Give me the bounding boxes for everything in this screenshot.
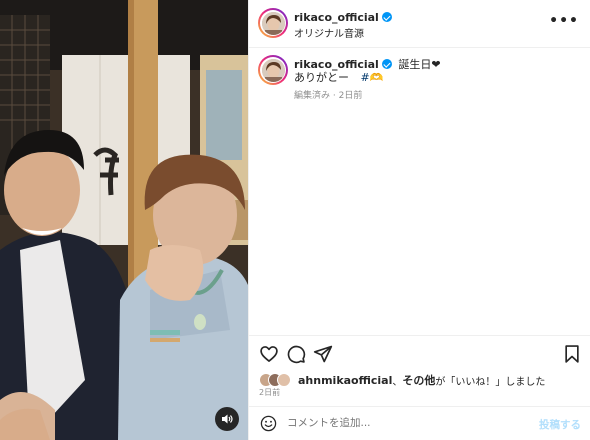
comment-icon[interactable] [286,344,306,364]
action-bar: ahnmikaofficial、その他 が「いいね！」しました [249,335,590,395]
post-date[interactable]: 2日前 [259,387,280,398]
bookmark-icon[interactable] [562,344,582,364]
likes-summary: ahnmikaofficial、その他 が「いいね！」しました [259,372,545,388]
author-avatar[interactable] [258,8,288,38]
share-icon[interactable] [313,344,333,364]
likes-others-link[interactable]: その他 [402,372,435,388]
video-frame [0,0,248,440]
audio-label[interactable]: オリジナル音源 [294,25,364,40]
mute-toggle-button[interactable] [215,407,239,431]
caption-meta: 編集済み · 2日前 [294,91,363,101]
comment-input[interactable] [287,417,517,429]
caption-username[interactable]: rikaco_official [294,58,379,71]
caption-line-2: ありがとー [294,71,349,84]
caption-age[interactable]: 2日前 [339,91,363,101]
caption-text: rikaco_official 誕生日❤︎ ありがとー #🫶 [294,58,441,84]
liker-username[interactable]: ahnmikaofficial [298,374,392,387]
verified-badge-icon [381,12,392,22]
post-detail-panel: rikaco_official オリジナル音源 ••• rikaco_offic… [248,0,590,440]
caption-author-avatar[interactable] [258,55,288,85]
author-username[interactable]: rikaco_official [294,11,379,24]
likes-suffix: が「いいね！」しました [435,376,546,388]
post-media[interactable] [0,0,248,440]
caption-hashtag[interactable]: #🫶 [361,71,384,84]
emoji-icon[interactable] [260,415,277,432]
volume-icon [222,414,233,424]
liker-avatar[interactable] [277,373,291,387]
more-options-icon[interactable]: ••• [549,14,579,28]
verified-badge-icon [381,59,392,69]
post-header: rikaco_official オリジナル音源 ••• [249,0,590,48]
heart-icon[interactable] [259,344,279,364]
comment-bar: 投稿する [249,406,590,440]
edited-label: 編集済み [294,91,331,101]
caption-line-1: 誕生日❤︎ [398,58,441,71]
post-comment-button[interactable]: 投稿する [539,417,581,432]
likes-separator: 、 [392,376,403,388]
